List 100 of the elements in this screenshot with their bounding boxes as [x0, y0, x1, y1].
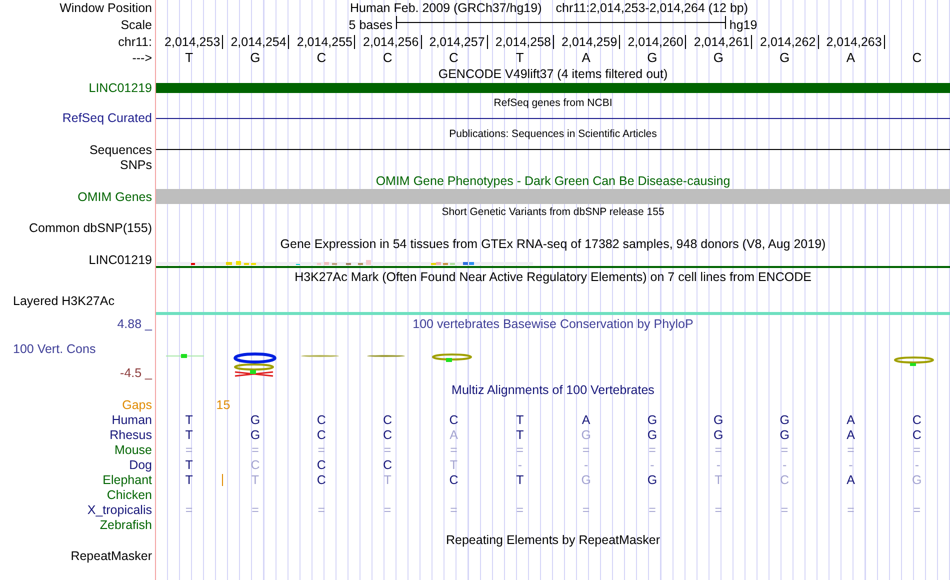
alignment-base: C	[912, 412, 922, 426]
alignment-base: =	[780, 502, 788, 516]
alignment-base: =	[318, 442, 326, 456]
track-label[interactable]: 100 Vert. Cons	[13, 342, 152, 356]
track-label[interactable]: Elephant	[102, 472, 152, 486]
track-title: GENCODE V49lift37 (4 items filtered out)	[438, 66, 668, 80]
alignment-base: C	[383, 412, 392, 426]
track-label[interactable]: Dog	[129, 458, 152, 472]
track-label[interactable]: Scale	[120, 18, 152, 32]
coordinate-label: 2,014,253	[164, 34, 224, 48]
alignment-base: T	[384, 472, 392, 486]
track-label[interactable]: --->	[132, 51, 152, 65]
alignment-base: G	[647, 428, 658, 442]
track-label[interactable]: X_tropicalis	[87, 502, 152, 516]
conservation-glyph-drawing	[432, 353, 472, 362]
alignment-base: -	[914, 458, 919, 472]
coordinate-label: 2,014,256	[363, 34, 422, 48]
base-letter: C	[912, 51, 922, 65]
alignment-base: =	[450, 442, 458, 456]
track-label[interactable]: Rhesus	[110, 428, 152, 442]
track-title: Repeating Elements by RepeatMasker	[446, 533, 660, 547]
gene-band[interactable]	[156, 189, 950, 204]
conservation-glyph-drawing	[894, 356, 934, 366]
coordinate-label: 2,014,254	[230, 34, 290, 48]
gene-bar[interactable]	[156, 83, 950, 93]
alignment-base: G	[647, 412, 658, 426]
alignment-base: A	[582, 412, 590, 426]
track-label[interactable]: OMIM Genes	[78, 190, 152, 204]
base-letter: G	[250, 51, 260, 65]
alignment-base: T	[185, 428, 193, 442]
alignment-base: C	[316, 458, 326, 472]
base-letter: G	[713, 51, 724, 65]
alignment-base: A	[846, 412, 855, 426]
track-label[interactable]: RepeatMasker	[70, 549, 152, 563]
track-label[interactable]: Sequences	[89, 142, 152, 156]
coordinate-label: 2,014,258	[495, 34, 554, 48]
alignment-base: =	[648, 442, 656, 456]
alignment-base: A	[846, 428, 855, 442]
alignment-base: =	[252, 442, 259, 456]
base-letter: G	[780, 51, 790, 65]
alignment-base: =	[582, 502, 590, 516]
alignment-base: =	[714, 502, 722, 516]
alignment-base: C	[383, 458, 392, 472]
alignment-base: T	[516, 428, 524, 442]
alignment-base: -	[584, 458, 588, 472]
alignment-base: =	[252, 502, 259, 516]
alignment-base: T	[185, 472, 193, 486]
track-title: OMIM Gene Phenotypes - Dark Green Can Be Disease-causing	[376, 174, 730, 188]
track-title: H3K27Ac Mark (Often Found Near Active Regulatory Elements) on 7 cell lines from ENCODE	[294, 270, 812, 284]
track-label[interactable]: Human	[112, 412, 152, 426]
track-label[interactable]: RefSeq Curated	[62, 111, 152, 125]
track-title: RefSeq genes from NCBI	[494, 96, 612, 108]
alignment-base: G	[647, 472, 658, 486]
track-label[interactable]: SNPs	[120, 158, 152, 172]
base-letter: A	[582, 51, 590, 65]
coordinate-label: 2,014,255	[296, 34, 356, 48]
alignment-base: G	[250, 428, 260, 442]
track-title: 100 vertebrates Basewise Conservation by PhyloP	[412, 316, 694, 330]
alignment-base: C	[316, 412, 326, 426]
axis-max-label: 4.88 _	[117, 316, 152, 330]
track-label[interactable]: Common dbSNP(155)	[29, 220, 152, 234]
track-label[interactable]: Layered H3K27Ac	[13, 294, 114, 308]
track-label[interactable]: LINC01219	[88, 253, 152, 267]
base-letter: A	[846, 51, 856, 65]
alignment-base: =	[384, 442, 392, 456]
base-letter: G	[647, 51, 658, 65]
alignment-base: =	[648, 502, 656, 516]
alignment-base: A	[846, 472, 855, 486]
alignment-base: C	[250, 458, 260, 472]
scale-length: 5 bases	[348, 18, 394, 32]
track-title: Publications: Sequences in Scientific Articles	[449, 128, 657, 140]
axis-min-label: -4.5 _	[120, 366, 152, 380]
alignment-base: C	[316, 428, 326, 442]
alignment-base: C	[912, 428, 922, 442]
alignment-base: -	[782, 458, 787, 472]
alignment-base: G	[714, 428, 724, 442]
alignment-base: =	[516, 502, 524, 516]
alignment-base: =	[318, 502, 326, 516]
coordinate-label: 2,014,257	[429, 34, 488, 48]
alignment-base: G	[581, 472, 591, 486]
coordinate-label: 2,014,259	[562, 34, 620, 48]
base-letter: T	[516, 51, 524, 65]
alignment-base: =	[185, 442, 193, 456]
track-label[interactable]: Chicken	[106, 488, 152, 502]
track-label[interactable]: Mouse	[114, 442, 152, 456]
track-label[interactable]: chr11:	[118, 34, 152, 48]
alignment-base: T	[185, 412, 193, 426]
base-letter: T	[185, 51, 194, 65]
alignment-base: A	[450, 428, 458, 442]
alignment-base: =	[780, 442, 788, 456]
alignment-base: T	[516, 472, 524, 486]
alignment-base: T	[185, 458, 193, 472]
track-label[interactable]: Zebrafish	[100, 518, 152, 532]
track-label[interactable]: Window Position	[60, 1, 152, 15]
alignment-base: -	[848, 458, 853, 472]
alignment-base: C	[383, 428, 392, 442]
alignment-base: -	[518, 458, 522, 472]
position-title: chr11:2,014,253-2,014,264 (12 bp)	[556, 1, 748, 15]
alignment-base: -	[650, 458, 654, 472]
track-label[interactable]: LINC01219	[88, 81, 152, 95]
